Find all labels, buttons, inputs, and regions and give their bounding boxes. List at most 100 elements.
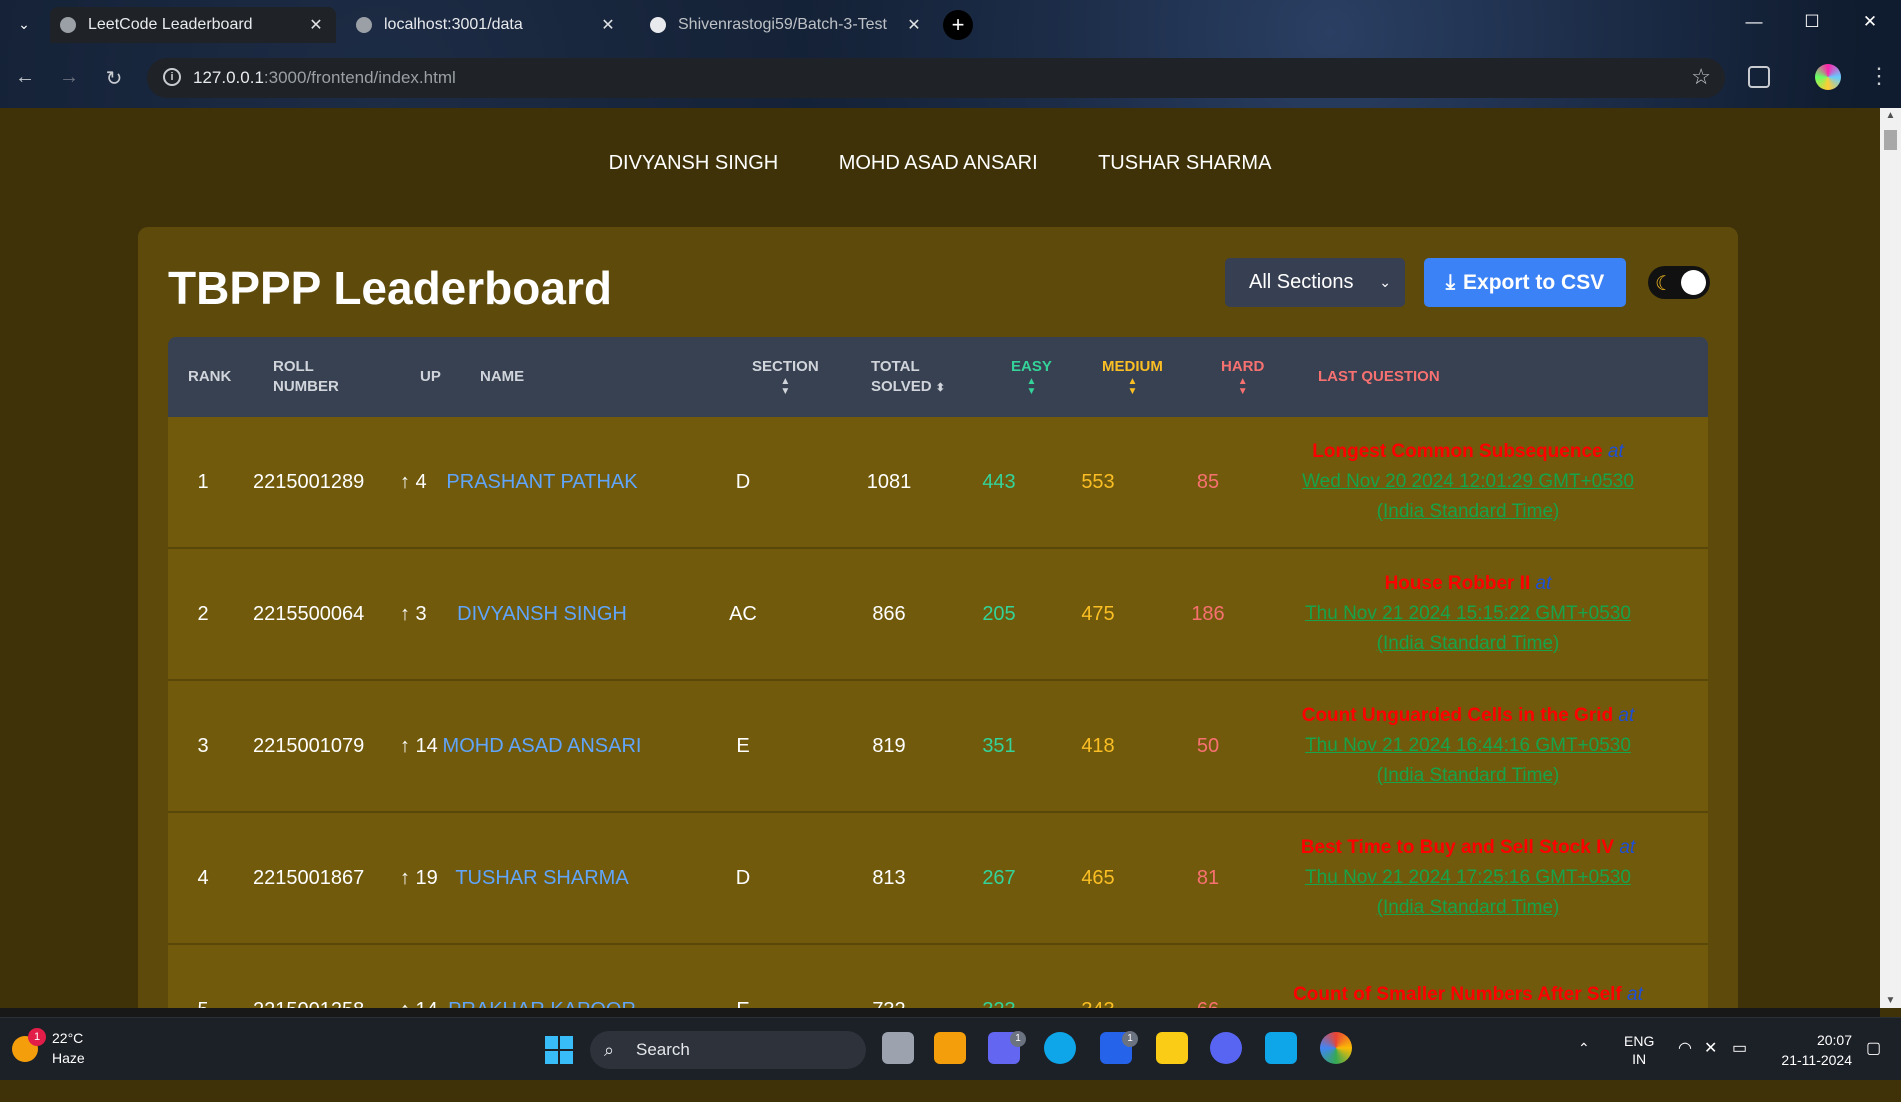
question-title[interactable]: House Robber II	[1385, 573, 1531, 594]
address-bar[interactable]: i 127.0.0.1:3000/frontend/index.html ☆	[147, 58, 1725, 98]
cell-total-solved: 813	[872, 866, 906, 889]
profile-avatar[interactable]	[1815, 64, 1841, 90]
extensions-icon[interactable]	[1748, 66, 1770, 88]
clock[interactable]: 20:07 21-11-2024	[1770, 1030, 1852, 1070]
top-nav: DIVYANSH SINGH MOHD ASAD ANSARI TUSHAR S…	[0, 152, 1880, 175]
leaderboard-table: RANK ROLL NUMBER UP NAME SECTION ▲ ▼ TOTA…	[168, 337, 1708, 1008]
wifi-icon[interactable]: ◠	[1678, 1038, 1692, 1100]
globe-icon	[356, 17, 372, 33]
question-timezone[interactable]: (India Standard Time)	[1377, 761, 1560, 791]
window-close-icon[interactable]: ✕	[1858, 12, 1882, 32]
cell-easy: 351	[982, 734, 1016, 757]
cell-hard: 81	[1196, 866, 1220, 889]
language-indicator[interactable]: ENG IN	[1624, 1032, 1654, 1094]
question-time[interactable]: Thu Nov 21 2024 15:15:22 GMT+0530	[1305, 599, 1631, 629]
back-icon[interactable]: ←	[12, 66, 38, 89]
close-icon[interactable]: ✕	[904, 15, 924, 35]
tab-github-repo[interactable]: Shivenrastogi59/Batch-3-Test ✕	[640, 7, 934, 43]
close-icon[interactable]: ✕	[598, 15, 618, 35]
taskbar-search[interactable]: ⌕ Search	[590, 1031, 866, 1069]
cell-last-question: Best Time to Buy and Sell Stock IV at Thu…	[1268, 813, 1668, 943]
file-explorer-icon[interactable]	[934, 1032, 966, 1064]
tab-leetcode-leaderboard[interactable]: LeetCode Leaderboard ✕	[50, 7, 336, 43]
cell-hard: 186	[1191, 602, 1225, 625]
at-label: at	[1618, 705, 1635, 726]
question-time[interactable]: Wed Nov 20 2024 12:01:29 GMT+0530	[1302, 467, 1634, 497]
nav-link-tushar[interactable]: TUSHAR SHARMA	[1098, 152, 1271, 175]
sticky-notes-icon[interactable]	[1156, 1032, 1188, 1064]
edge-icon[interactable]	[1044, 1032, 1076, 1064]
cell-roll-number: 2215001289	[253, 470, 365, 493]
chevron-up-icon[interactable]: ⌃	[1578, 1040, 1590, 1102]
cell-roll-number: 2215001867	[253, 866, 365, 889]
star-icon[interactable]: ☆	[1691, 64, 1711, 90]
tab-localhost-data[interactable]: localhost:3001/data ✕	[346, 7, 628, 43]
header-up[interactable]: UP	[420, 367, 441, 387]
battery-icon[interactable]: ▭	[1732, 1038, 1747, 1100]
search-icon: ⌕	[604, 1040, 615, 1060]
volume-muted-icon[interactable]: ✕	[1704, 1038, 1717, 1100]
cell-name[interactable]: PRAKHAR KAPOOR	[428, 945, 656, 1009]
site-info-icon[interactable]: i	[163, 68, 181, 86]
tab-title: Shivenrastogi59/Batch-3-Test	[678, 16, 887, 33]
cell-section: E	[736, 734, 750, 757]
table-row: 1 2215001289 ↑ 4 PRASHANT PATHAK D 1081 443 553…	[168, 417, 1708, 549]
section-select[interactable]: All Sections ⌄	[1225, 258, 1405, 307]
question-timezone[interactable]: (India Standard Time)	[1377, 629, 1560, 659]
header-hard[interactable]: HARD ▲ ▼	[1221, 357, 1264, 397]
windows-start-icon[interactable]	[545, 1036, 573, 1064]
question-title[interactable]: Longest Common Subsequence	[1312, 441, 1602, 462]
taskbar: 1 22°C Haze ⌕ Search 1 1 ⌃ ENG IN ◠ ✕ ▭ …	[0, 1017, 1901, 1080]
header-medium[interactable]: MEDIUM ▲ ▼	[1102, 357, 1163, 397]
more-icon[interactable]: ⋮	[1868, 63, 1890, 89]
sort-icon[interactable]: ▲ ▼	[1221, 377, 1264, 397]
sort-icon[interactable]: ▲ ▼	[752, 377, 819, 397]
url-text[interactable]: 127.0.0.1:3000/frontend/index.html	[193, 68, 456, 88]
question-title[interactable]: Count Unguarded Cells in the Grid	[1302, 705, 1613, 726]
header-roll-number[interactable]: ROLL NUMBER	[273, 357, 339, 397]
question-title[interactable]: Best Time to Buy and Sell Stock IV	[1301, 837, 1614, 858]
reload-icon[interactable]: ↻	[101, 66, 127, 91]
question-time[interactable]: Thu Nov 21 2024 16:44:16 GMT+0530	[1305, 731, 1631, 761]
cell-name[interactable]: MOHD ASAD ANSARI	[428, 681, 656, 811]
task-view-icon[interactable]	[882, 1032, 914, 1064]
minimize-icon[interactable]: —	[1742, 12, 1766, 32]
sort-icon[interactable]: ▲ ▼	[1011, 377, 1052, 397]
question-time[interactable]: Thu Nov 21 2024 17:25:16 GMT+0530	[1305, 863, 1631, 893]
header-total-solved[interactable]: TOTAL SOLVED ⬍	[871, 357, 945, 398]
export-csv-button[interactable]: ⤓ Export to CSV	[1424, 258, 1626, 307]
question-timezone[interactable]: (India Standard Time)	[1377, 893, 1560, 923]
sort-icon[interactable]: ▲ ▼	[1102, 377, 1163, 397]
tab-title: localhost:3001/data	[384, 16, 523, 33]
header-section[interactable]: SECTION ▲ ▼	[752, 357, 819, 397]
new-tab-plus-icon[interactable]: +	[943, 10, 973, 40]
vscode-icon[interactable]	[1265, 1032, 1297, 1064]
header-rank[interactable]: RANK	[188, 367, 231, 387]
chrome-icon[interactable]	[1320, 1032, 1352, 1064]
notifications-icon[interactable]: ▢	[1866, 1038, 1881, 1100]
header-easy[interactable]: EASY ▲ ▼	[1011, 357, 1052, 397]
cell-name[interactable]: TUSHAR SHARMA	[428, 813, 656, 943]
question-timezone[interactable]: (India Standard Time)	[1377, 497, 1560, 527]
question-title[interactable]: Count of Smaller Numbers After Self	[1293, 984, 1622, 1005]
scroll-down-icon[interactable]: ▼	[1880, 995, 1901, 1006]
vertical-scrollbar[interactable]: ▲ ▼	[1880, 108, 1901, 1008]
scrollbar-thumb[interactable]	[1884, 130, 1897, 150]
discord-icon[interactable]	[1210, 1032, 1242, 1064]
nav-link-divyansh[interactable]: DIVYANSH SINGH	[609, 152, 779, 175]
nav-link-mohd-asad[interactable]: MOHD ASAD ANSARI	[839, 152, 1038, 175]
clock-date: 21-11-2024	[1781, 1052, 1852, 1068]
scroll-up-icon[interactable]: ▲	[1880, 110, 1901, 121]
forward-icon[interactable]: →	[56, 66, 82, 89]
header-name[interactable]: NAME	[480, 367, 524, 387]
cell-medium: 343	[1058, 945, 1138, 1009]
maximize-icon[interactable]: ☐	[1800, 12, 1824, 32]
sort-icon[interactable]: ⬍	[936, 382, 945, 394]
close-icon[interactable]: ✕	[306, 15, 326, 35]
tab-list-icon[interactable]: ⌄	[12, 12, 36, 36]
cell-name[interactable]: DIVYANSH SINGH	[428, 549, 656, 679]
table-row: 3 2215001079 ↑ 14 MOHD ASAD ANSARI E 819 351 41…	[168, 681, 1708, 813]
theme-toggle[interactable]: ☾	[1648, 266, 1710, 299]
cell-name[interactable]: PRASHANT PATHAK	[428, 417, 656, 547]
cell-hard: 66	[1178, 945, 1238, 1009]
